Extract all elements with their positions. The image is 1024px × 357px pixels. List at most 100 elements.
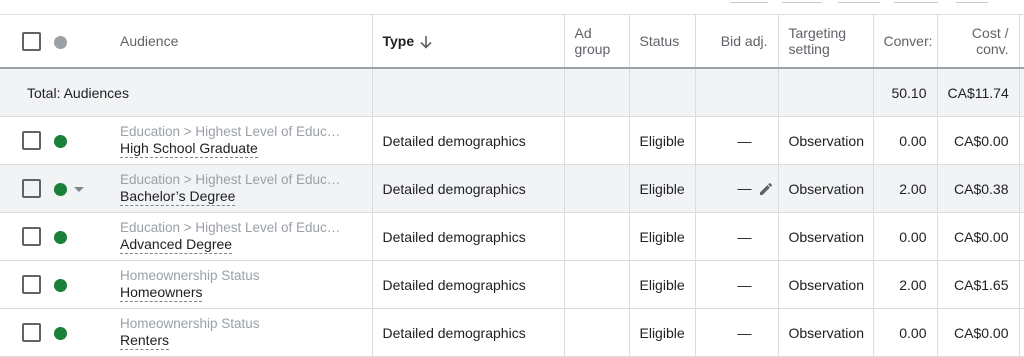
status-enabled-icon[interactable] [54,183,67,197]
conversions-cell: 0.00 [872,308,937,357]
status-dropdown-icon[interactable] [74,187,84,193]
status-header-icon [54,35,67,49]
total-conversions: 50.10 [872,68,937,117]
bid-adj-value: — [737,179,752,196]
row-status-cell [50,116,110,165]
row-status-cell [50,212,110,261]
bid-adj-cell: — [694,164,778,213]
audience-name[interactable]: Renters [120,332,170,350]
type-header[interactable]: Type [371,14,564,69]
status-header-cell [50,14,110,69]
table-row: Education > Highest Level of Educ… Bachel… [0,164,1024,213]
select-all-cell [0,14,50,69]
row-checkbox[interactable] [22,275,41,294]
status-header-label: Status [639,33,680,49]
bid-adj-value: — [737,228,752,245]
bid-adj-header[interactable]: Bid adj. [694,14,778,69]
audience-name[interactable]: Bachelor’s Degree [120,188,236,206]
audience-name[interactable]: Homeowners [120,284,203,302]
total-bid-adj-cell [694,68,778,117]
row-select-cell [0,212,50,261]
audience-cell: Education > Highest Level of Educ… High S… [110,116,372,165]
table-row: Education > Highest Level of Educ… High S… [0,116,1024,165]
row-status-cell [50,308,110,357]
cost-conv-header-label: Cost / conv. [971,25,1009,57]
row-checkbox[interactable] [22,131,41,150]
toolbar-cutoff-item [838,0,880,3]
audience-category: Education > Highest Level of Educ… [120,220,341,235]
pencil-edit-icon[interactable] [758,181,774,197]
targeting-cell: Observation [777,164,873,213]
toolbar-cutoff-item [894,0,938,3]
bid-adj-value: — [737,276,752,293]
overflow-cell [1018,212,1024,261]
audience-name[interactable]: Advanced Degree [120,236,233,254]
status-enabled-icon[interactable] [54,279,67,293]
row-select-cell [0,260,50,309]
ad-group-cell [563,212,629,261]
row-select-cell [0,116,50,165]
type-cell: Detailed demographics [371,260,564,309]
targeting-setting-header-label: Targeting setting [788,25,847,57]
audience-category: Education > Highest Level of Educ… [120,124,341,139]
row-checkbox[interactable] [22,179,41,198]
overflow-cell [1018,164,1024,213]
conversions-cell: 2.00 [872,164,937,213]
overflow-column-header [1018,14,1024,69]
audience-name[interactable]: High School Graduate [120,140,258,158]
cost-conv-cell: CA$1.65 [936,260,1019,309]
type-header-label: Type [382,32,415,49]
cost-conv-header[interactable]: Cost / conv. [936,14,1019,69]
conversions-cell: 0.00 [872,116,937,165]
row-status-cell [50,260,110,309]
status-enabled-icon[interactable] [54,135,67,149]
status-enabled-icon[interactable] [54,231,67,245]
conversions-cell: 0.00 [872,212,937,261]
overflow-cell [1018,308,1024,357]
targeting-cell: Observation [777,308,873,357]
audiences-table: Audience Type Ad group Status Bid adj. T… [0,14,1024,357]
conversions-header-label: Conver: [883,33,933,49]
type-cell: Detailed demographics [371,164,564,213]
total-cost-conv: CA$11.74 [936,68,1019,117]
total-status-cell [628,68,695,117]
conversions-cell: 2.00 [872,260,937,309]
bid-adj-value: — [737,132,752,149]
targeting-cell: Observation [777,116,873,165]
total-overflow-cell [1018,68,1024,117]
status-cell: Eligible [628,308,695,357]
audience-header[interactable]: Audience [110,14,372,69]
ad-group-header[interactable]: Ad group [563,14,629,69]
toolbar-cutoff-strip [0,0,1024,14]
audience-cell: Homeownership Status Homeowners [110,260,372,309]
targeting-setting-header[interactable]: Targeting setting [777,14,873,69]
cost-conv-cell: CA$0.38 [936,164,1019,213]
audience-category: Homeownership Status [120,268,260,283]
conversions-header[interactable]: Conver: [872,14,937,69]
row-checkbox[interactable] [22,227,41,246]
select-all-checkbox[interactable] [22,31,41,51]
ad-group-header-label: Ad group [574,25,611,57]
table-row: Education > Highest Level of Educ… Advanc… [0,212,1024,261]
bid-adj-cell: — [694,116,778,165]
type-cell: Detailed demographics [371,308,564,357]
targeting-cell: Observation [777,212,873,261]
bid-adj-header-label: Bid adj. [720,33,768,49]
row-checkbox[interactable] [22,323,41,342]
audience-category: Education > Highest Level of Educ… [120,172,341,187]
bid-adj-cell: — [694,212,778,261]
status-header[interactable]: Status [628,14,695,69]
status-enabled-icon[interactable] [54,327,67,341]
targeting-cell: Observation [777,260,873,309]
row-select-cell [0,308,50,357]
type-cell: Detailed demographics [371,116,564,165]
ad-group-cell [563,260,629,309]
ad-group-cell [563,116,629,165]
header-row: Audience Type Ad group Status Bid adj. T… [0,14,1024,69]
total-row: Total: Audiences 50.10 CA$11.74 [0,68,1024,117]
bid-adj-cell: — [694,308,778,357]
row-status-cell [50,164,110,213]
total-targeting-cell [777,68,873,117]
status-cell: Eligible [628,164,695,213]
arrow-down-icon[interactable] [420,35,432,49]
